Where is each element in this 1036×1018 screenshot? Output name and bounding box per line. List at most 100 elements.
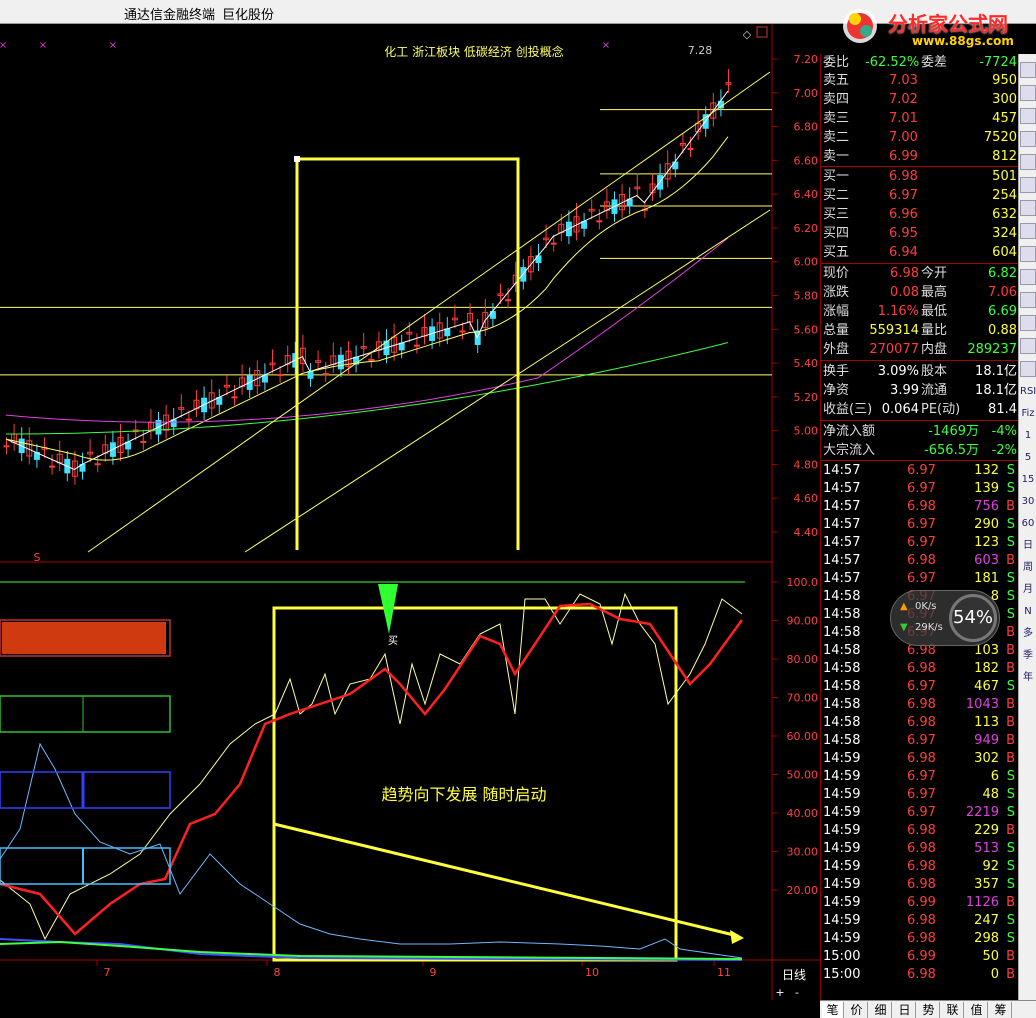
tick-price: 6.98 <box>907 553 936 568</box>
tool-icon[interactable] <box>1020 177 1036 193</box>
tool-icon[interactable] <box>1020 62 1036 78</box>
quote-label: 现价 <box>823 266 850 281</box>
tool-icon[interactable] <box>1020 292 1036 308</box>
date-tick-label: 10 <box>585 966 599 979</box>
tick-price: 6.99 <box>907 895 936 910</box>
tick-volume: 181 <box>974 571 999 586</box>
tick-direction: S <box>1006 859 1015 874</box>
side-tool-8[interactable]: 周 <box>1020 560 1036 576</box>
tick-row: 14:59 6.98 298 S <box>821 930 1019 948</box>
weibi-label: 委比 <box>823 55 850 70</box>
osc-tick-label: 100.0 <box>787 576 819 589</box>
ask-price: 7.01 <box>889 111 918 126</box>
price-tick-label: 6.60 <box>794 154 819 167</box>
ask-label: 卖四 <box>823 92 850 107</box>
event-marker: × <box>602 40 610 51</box>
side-tool-2[interactable]: 1 <box>1020 428 1036 444</box>
tool-icon[interactable] <box>1020 131 1036 147</box>
bottom-tab-5[interactable]: 联 <box>942 1002 964 1018</box>
side-tool-12[interactable]: 季 <box>1020 648 1036 664</box>
ask-label: 卖一 <box>823 149 850 164</box>
tool-icon[interactable] <box>1020 246 1036 262</box>
side-tool-10[interactable]: N <box>1020 604 1036 620</box>
tick-time: 15:00 <box>823 949 861 964</box>
weibi-value: -62.52% <box>865 55 920 70</box>
tick-direction: B <box>1006 697 1015 712</box>
side-tool-9[interactable]: 月 <box>1020 582 1036 598</box>
side-tool-6[interactable]: 60 <box>1020 516 1036 532</box>
bid-price: 6.94 <box>889 245 918 260</box>
bottom-tab-0[interactable]: 笔 <box>822 1002 844 1018</box>
tick-direction: B <box>1006 733 1015 748</box>
bottom-tab-4[interactable]: 势 <box>918 1002 940 1018</box>
side-tool-0[interactable]: RSI <box>1020 384 1036 400</box>
side-tool-11[interactable]: 多 <box>1020 626 1036 642</box>
tick-direction: S <box>1006 769 1015 784</box>
side-tool-1[interactable]: Fiz <box>1020 406 1036 422</box>
tick-direction: S <box>1006 679 1015 694</box>
tool-icon[interactable] <box>1020 154 1036 170</box>
quote-row: 外盘 270077 内盘 289237 <box>821 341 1019 359</box>
buy-signal-label: 买 <box>388 635 398 647</box>
side-tool-4[interactable]: 15 <box>1020 472 1036 488</box>
tool-icon[interactable] <box>1020 361 1036 377</box>
side-tool-3[interactable]: 5 <box>1020 450 1036 466</box>
upload-speed: 0K/s <box>915 601 937 612</box>
zoom-out-button: - <box>795 986 799 999</box>
kline-chart[interactable]: 7.20 7.00 6.80 6.60 6.40 6.20 6.00 5.80 5.60 5.40… <box>0 24 820 1000</box>
quote-label: 涨幅 <box>823 304 850 319</box>
price-tick-label: 5.60 <box>794 323 819 336</box>
quote-row: 涨幅 1.16% 最低 6.69 <box>821 303 1019 321</box>
ask-volume: 7520 <box>983 130 1017 145</box>
candle <box>3 445 10 448</box>
ask-volume: 300 <box>992 92 1017 107</box>
tick-row: 14:58 6.98 113 B <box>821 714 1019 732</box>
tick-direction: B <box>1006 715 1015 730</box>
tick-row: 14:58 6.98 182 B <box>821 660 1019 678</box>
bottom-tab-7[interactable]: 筹 <box>990 1002 1012 1018</box>
tick-row: 14:59 6.98 302 B <box>821 750 1019 768</box>
tool-icon[interactable] <box>1020 315 1036 331</box>
tool-icon[interactable] <box>1020 338 1036 354</box>
bottom-tab-3[interactable]: 日 <box>894 1002 916 1018</box>
quote-value: 270077 <box>869 342 919 357</box>
tick-volume: 1126 <box>965 895 999 910</box>
candle <box>505 299 512 302</box>
tool-icon[interactable] <box>1020 223 1036 239</box>
side-tool-5[interactable]: 30 <box>1020 494 1036 510</box>
tool-icon[interactable] <box>1020 269 1036 285</box>
tick-volume: 290 <box>974 517 999 532</box>
side-tool-13[interactable]: 年 <box>1020 670 1036 686</box>
tick-volume: 1043 <box>965 697 999 712</box>
ask-row: 卖三 7.01 457 <box>821 110 1019 128</box>
tick-volume: 603 <box>974 553 999 568</box>
annotation-text: 趋势向下发展 随时启动 <box>381 785 546 804</box>
candle <box>550 242 557 245</box>
tick-volume: 113 <box>974 715 999 730</box>
tick-time: 15:00 <box>823 967 861 982</box>
quote-label-2: 内盘 <box>921 342 948 357</box>
bid-label: 买二 <box>823 188 850 203</box>
ask-label: 卖二 <box>823 130 850 145</box>
tick-time: 14:59 <box>823 769 861 784</box>
flow-percent: -2% <box>991 443 1017 458</box>
tool-icon[interactable] <box>1020 200 1036 216</box>
flow-value: -656.5万 <box>924 443 979 458</box>
quote-value: 559314 <box>869 323 919 338</box>
bottom-tab-6[interactable]: 值 <box>966 1002 988 1018</box>
date-tick-label: 8 <box>274 966 281 979</box>
osc-tick-label: 60.00 <box>787 730 819 743</box>
quote-row: 现价 6.98 今开 6.82 <box>821 265 1019 283</box>
tick-price: 6.98 <box>907 841 936 856</box>
side-tool-7[interactable]: 日 <box>1020 538 1036 554</box>
tick-row: 14:57 6.97 139 S <box>821 480 1019 498</box>
tool-icon[interactable] <box>1020 85 1036 101</box>
tick-volume: 182 <box>974 661 999 676</box>
bottom-tab-1[interactable]: 价 <box>846 1002 868 1018</box>
date-tick-label: 7 <box>104 966 111 979</box>
tool-icon[interactable] <box>1020 108 1036 124</box>
bottom-tab-2[interactable]: 细 <box>870 1002 892 1018</box>
tick-price: 6.98 <box>907 859 936 874</box>
tick-time: 14:58 <box>823 625 861 640</box>
tick-time: 14:57 <box>823 517 861 532</box>
